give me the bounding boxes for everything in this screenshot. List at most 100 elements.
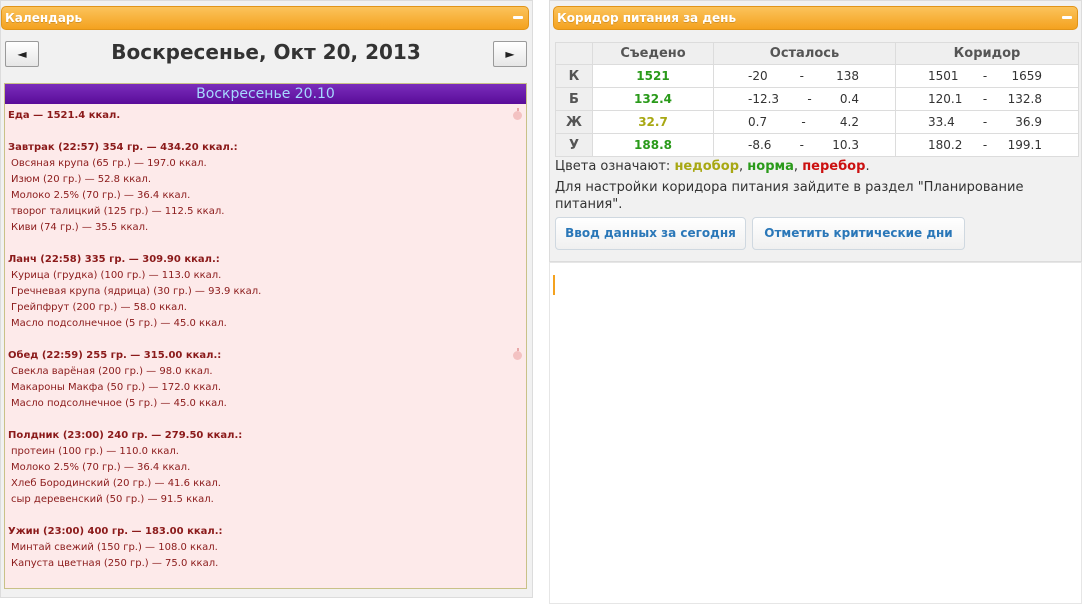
meal-item: Минтай свежий (150 гр.) — 108.0 ккал. xyxy=(11,542,218,553)
apple-icon xyxy=(513,348,522,360)
legend-end: . xyxy=(865,159,870,174)
nutrient-label: Ж xyxy=(555,110,593,134)
meal-item: Молоко 2.5% (70 гр.) — 36.4 ккал. xyxy=(11,190,191,201)
meal-group: Обед (22:59) 255 гр. — 315.00 ккал.: Свек… xyxy=(8,348,523,412)
meal-group: Завтрак (22:57) 354 гр. — 434.20 ккал.: О… xyxy=(8,140,523,236)
table-header-row: Съедено Осталось Коридор xyxy=(555,42,1079,65)
meal-item: Масло подсолнечное (5 гр.) — 45.0 ккал. xyxy=(11,398,227,409)
legend-norm: норма xyxy=(747,159,794,174)
enter-today-data-button[interactable]: Ввод данных за сегодня xyxy=(555,217,746,250)
remaining-min: -8.6 xyxy=(748,138,772,152)
remaining-max: 10.3 xyxy=(832,138,859,152)
remaining-max: 4.2 xyxy=(839,115,859,129)
nutrition-table: Съедено Осталось Коридор К 1521 -20 - 138 150… xyxy=(555,42,1079,157)
meal-item: Гречневая крупа (ядрица) (30 гр.) — 93.9… xyxy=(11,286,262,297)
table-row: К 1521 -20 - 138 1501 - 1659 xyxy=(555,64,1079,88)
next-day-button[interactable]: ► xyxy=(493,41,527,67)
col-header-corridor: Коридор xyxy=(895,42,1079,65)
corridor-max: 1659 xyxy=(1011,69,1042,83)
corridor-range: 1501 - 1659 xyxy=(895,64,1079,88)
meal-item: Овсяная крупа (65 гр.) — 197.0 ккал. xyxy=(11,158,207,169)
corridor-min: 1501 xyxy=(928,69,959,83)
remaining-range: -8.6 - 10.3 xyxy=(713,133,896,157)
corridor-min: 33.4 xyxy=(928,115,955,129)
current-date-title: Воскресенье, Окт 20, 2013 xyxy=(111,40,421,64)
corridor-max: 36.9 xyxy=(1015,115,1042,129)
diary-day-header[interactable]: Воскресенье 20.10 xyxy=(5,84,526,104)
remaining-range: 0.7 - 4.2 xyxy=(713,110,896,134)
legend-under: недобор xyxy=(674,159,739,174)
remaining-max: 0.4 xyxy=(839,92,859,106)
panel-accent-mark xyxy=(553,275,555,295)
table-row: Б 132.4 -12.3 - 0.4 120.1 - 132.8 xyxy=(555,87,1079,111)
nutrient-label: У xyxy=(555,133,593,157)
col-header-eaten: Съедено xyxy=(592,42,714,65)
legend-prefix: Цвета означают: xyxy=(555,159,671,174)
apple-icon xyxy=(513,108,522,120)
calendar-panel: Календарь ◄ Воскресенье, Окт 20, 2013 ► … xyxy=(0,0,533,598)
nutrient-label: К xyxy=(555,64,593,88)
meal-item: Грейпфрут (200 гр.) — 58.0 ккал. xyxy=(11,302,187,313)
meal-item: протеин (100 гр.) — 110.0 ккал. xyxy=(11,446,179,457)
eaten-value: 132.4 xyxy=(592,87,714,111)
range-dash: - xyxy=(982,115,988,129)
meal-item: Макароны Макфа (50 гр.) — 172.0 ккал. xyxy=(11,382,222,393)
eaten-value: 32.7 xyxy=(592,110,714,134)
meal-item: Хлеб Бородинский (20 гр.) — 41.6 ккал. xyxy=(11,478,221,489)
prev-day-button[interactable]: ◄ xyxy=(5,41,39,67)
meal-title: Обед (22:59) 255 гр. — 315.00 ккал.: xyxy=(8,350,222,361)
mark-critical-days-button[interactable]: Отметить критические дни xyxy=(752,217,965,250)
eaten-value: 1521 xyxy=(592,64,714,88)
diary-total-kcal: Еда — 1521.4 ккал. xyxy=(8,110,121,121)
range-dash: - xyxy=(799,69,805,83)
corridor-min: 180.2 xyxy=(928,138,963,152)
range-dash: - xyxy=(807,92,812,106)
nutrient-label: Б xyxy=(555,87,593,111)
meal-group: Полдник (23:00) 240 гр. — 279.50 ккал.: п… xyxy=(8,428,523,508)
meal-item: творог талицкий (125 гр.) — 112.5 ккал. xyxy=(11,206,225,217)
table-corner-cell xyxy=(555,42,593,65)
food-diary: Воскресенье 20.10 Еда — 1521.4 ккал. Зав… xyxy=(4,83,527,589)
meal-title: Полдник (23:00) 240 гр. — 279.50 ккал.: xyxy=(8,430,243,441)
remaining-min: 0.7 xyxy=(748,115,768,129)
corridor-max: 199.1 xyxy=(1007,138,1042,152)
corridor-min: 120.1 xyxy=(928,92,963,106)
corridor-settings-hint: Для настройки коридора питания зайдите в… xyxy=(555,180,1024,212)
eaten-value: 188.8 xyxy=(592,133,714,157)
meal-item: Капуста цветная (250 гр.) — 75.0 ккал. xyxy=(11,558,219,569)
legend-over: перебор xyxy=(802,159,866,174)
empty-content-panel xyxy=(549,262,1082,604)
calendar-panel-header: Календарь xyxy=(1,6,529,30)
meal-item: Масло подсолнечное (5 гр.) — 45.0 ккал. xyxy=(11,318,227,329)
meal-item: Курица (грудка) (100 гр.) — 113.0 ккал. xyxy=(11,270,222,281)
calendar-panel-title: Календарь xyxy=(5,11,83,25)
corridor-range: 120.1 - 132.8 xyxy=(895,87,1079,111)
collapse-minus-icon[interactable] xyxy=(1062,16,1072,19)
meal-item: Изюм (20 гр.) — 52.8 ккал. xyxy=(11,174,152,185)
range-dash: - xyxy=(982,69,988,83)
diary-body: Еда — 1521.4 ккал. Завтрак (22:57) 354 г… xyxy=(5,104,526,576)
meal-group: Ужин (23:00) 400 гр. — 183.00 ккал.: Минт… xyxy=(8,524,523,572)
range-dash: - xyxy=(799,138,805,152)
corridor-range: 33.4 - 36.9 xyxy=(895,110,1079,134)
col-header-remaining: Осталось xyxy=(713,42,896,65)
meal-title: Ужин (23:00) 400 гр. — 183.00 ккал.: xyxy=(8,526,223,537)
collapse-minus-icon[interactable] xyxy=(513,16,523,19)
table-row: Ж 32.7 0.7 - 4.2 33.4 - 36.9 xyxy=(555,110,1079,134)
remaining-min: -12.3 xyxy=(748,92,780,106)
meal-item: Молоко 2.5% (70 гр.) — 36.4 ккал. xyxy=(11,462,191,473)
nutrition-panel-title: Коридор питания за день xyxy=(557,11,737,25)
table-row: У 188.8 -8.6 - 10.3 180.2 - 199.1 xyxy=(555,133,1079,157)
range-dash: - xyxy=(982,92,988,106)
nutrition-panel-header: Коридор питания за день xyxy=(553,6,1078,30)
color-legend: Цвета означают: недобор, норма, перебор. xyxy=(555,159,870,174)
corridor-range: 180.2 - 199.1 xyxy=(895,133,1079,157)
remaining-range: -20 - 138 xyxy=(713,64,896,88)
range-dash: - xyxy=(982,138,988,152)
meal-item: сыр деревенский (50 гр.) — 91.5 ккал. xyxy=(11,494,214,505)
nutrition-corridor-panel: Коридор питания за день Съедено Осталось… xyxy=(549,0,1082,262)
remaining-min: -20 xyxy=(748,69,768,83)
meal-title: Завтрак (22:57) 354 гр. — 434.20 ккал.: xyxy=(8,142,238,153)
remaining-range: -12.3 - 0.4 xyxy=(713,87,896,111)
corridor-max: 132.8 xyxy=(1007,92,1042,106)
